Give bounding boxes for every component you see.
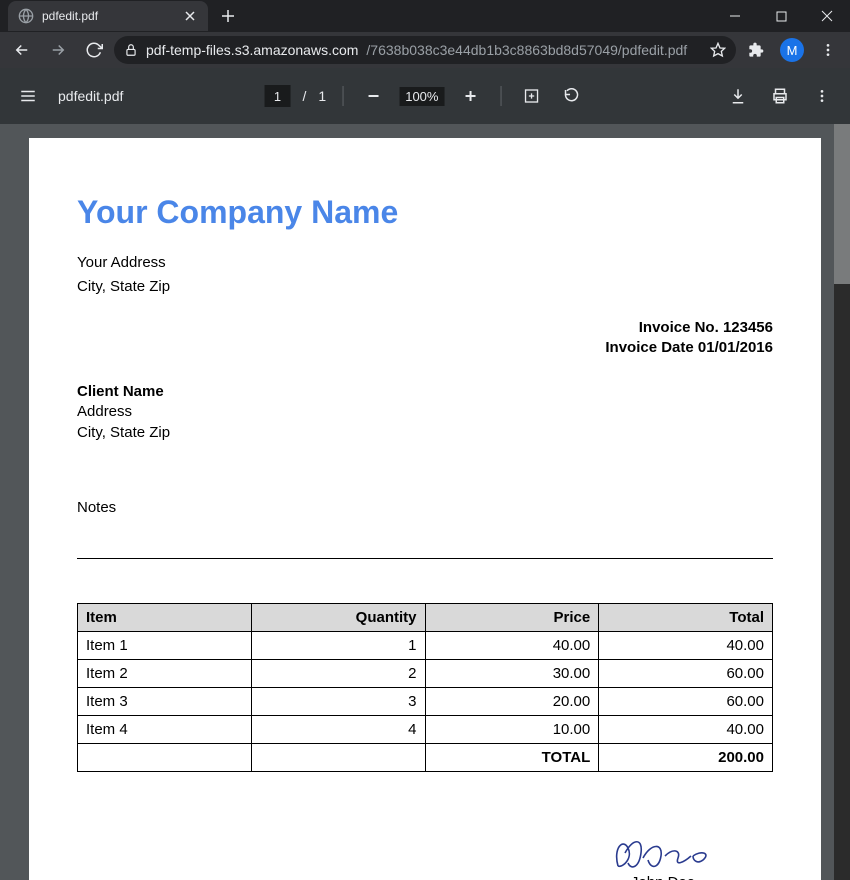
download-button[interactable] <box>724 82 752 110</box>
extensions-icon[interactable] <box>740 34 772 66</box>
globe-icon <box>18 8 34 24</box>
browser-navbar: pdf-temp-files.s3.amazonaws.com/7638b038… <box>0 32 850 68</box>
lock-icon <box>124 43 138 57</box>
col-item: Item <box>78 603 252 631</box>
notes: Notes <box>77 499 773 516</box>
divider-rule <box>77 558 773 559</box>
invoice-date: 01/01/2016 <box>698 339 773 356</box>
client-address-1: Address <box>77 402 773 422</box>
company-address-1: Your Address <box>77 253 773 273</box>
pdf-filename: pdfedit.pdf <box>58 88 123 104</box>
print-button[interactable] <box>766 82 794 110</box>
pdf-page: Your Company Name Your Address City, Sta… <box>29 138 821 880</box>
new-tab-button[interactable] <box>214 2 242 30</box>
page-number-input[interactable]: 1 <box>265 85 291 107</box>
pdf-toolbar: pdfedit.pdf 1 / 1 100% <box>0 68 850 124</box>
minimize-button[interactable] <box>712 0 758 32</box>
total-label: TOTAL <box>425 743 599 771</box>
zoom-in-button[interactable] <box>456 82 484 110</box>
url-path: /7638b038c3e44db1b3c8863bd8d57049/pdfedi… <box>366 42 687 58</box>
rotate-button[interactable] <box>557 82 585 110</box>
url-host: pdf-temp-files.s3.amazonaws.com <box>146 42 358 58</box>
zoom-out-button[interactable] <box>359 82 387 110</box>
invoice-table: Item Quantity Price Total Item 1140.0040… <box>77 603 773 772</box>
table-row: Item 3320.0060.00 <box>78 687 773 715</box>
col-qty: Quantity <box>251 603 425 631</box>
window-controls <box>712 0 850 32</box>
client-name: Client Name <box>77 382 773 402</box>
reload-button[interactable] <box>78 34 110 66</box>
menu-icon[interactable] <box>14 82 42 110</box>
profile-avatar[interactable]: M <box>780 38 804 62</box>
invoice-number: 123456 <box>723 319 773 336</box>
total-row: TOTAL200.00 <box>78 743 773 771</box>
window-titlebar: pdfedit.pdf <box>0 0 850 32</box>
signature-name: John Doe <box>603 874 723 880</box>
tab-strip: pdfedit.pdf <box>0 0 242 32</box>
maximize-button[interactable] <box>758 0 804 32</box>
signature-block: John Doe <box>77 828 773 880</box>
table-row: Item 1140.0040.00 <box>78 631 773 659</box>
browser-tab[interactable]: pdfedit.pdf <box>8 1 208 31</box>
back-button[interactable] <box>6 34 38 66</box>
zoom-level[interactable]: 100% <box>399 87 444 106</box>
company-name: Your Company Name <box>77 194 773 231</box>
signature-icon <box>603 828 723 878</box>
tab-title: pdfedit.pdf <box>42 9 98 23</box>
pdf-viewport: Your Company Name Your Address City, Sta… <box>0 124 850 880</box>
scrollbar-thumb[interactable] <box>834 124 850 284</box>
forward-button[interactable] <box>42 34 74 66</box>
page-total: 1 <box>318 88 326 104</box>
company-address-2: City, State Zip <box>77 277 773 297</box>
address-bar[interactable]: pdf-temp-files.s3.amazonaws.com/7638b038… <box>114 36 736 64</box>
scrollbar[interactable] <box>834 124 850 880</box>
invoice-meta: Invoice No. 123456 Invoice Date 01/01/20… <box>77 318 773 359</box>
browser-menu-icon[interactable] <box>812 34 844 66</box>
bookmark-star-icon[interactable] <box>710 42 726 58</box>
close-window-button[interactable] <box>804 0 850 32</box>
fit-page-button[interactable] <box>517 82 545 110</box>
col-price: Price <box>425 603 599 631</box>
grand-total: 200.00 <box>599 743 773 771</box>
table-row: Item 4410.0040.00 <box>78 715 773 743</box>
client-address-2: City, State Zip <box>77 423 773 443</box>
table-row: Item 2230.0060.00 <box>78 659 773 687</box>
pdf-more-icon[interactable] <box>808 82 836 110</box>
col-total: Total <box>599 603 773 631</box>
close-tab-icon[interactable] <box>182 8 198 24</box>
client-block: Client Name Address City, State Zip <box>77 382 773 443</box>
